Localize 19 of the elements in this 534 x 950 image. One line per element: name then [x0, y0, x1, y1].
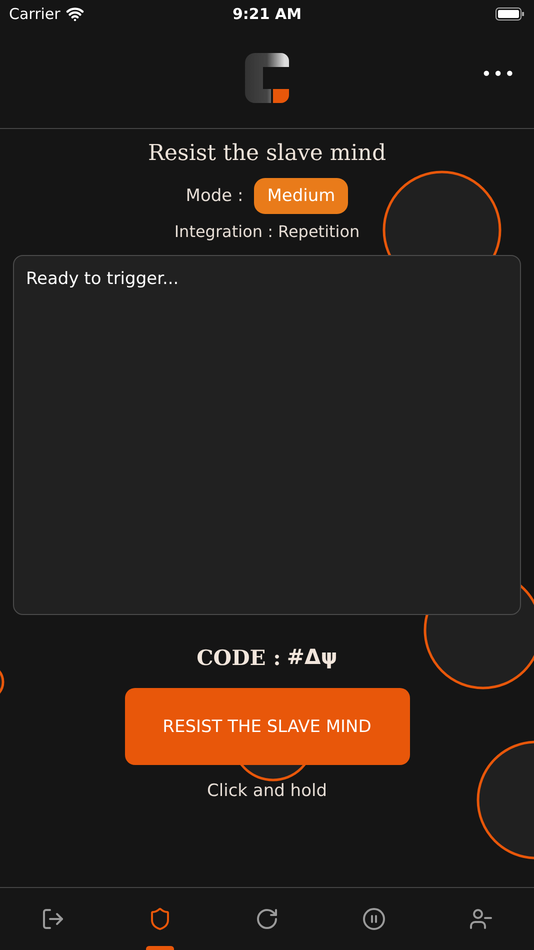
pause-icon — [362, 907, 386, 931]
page-title: Resist the slave mind — [148, 141, 386, 166]
input-field[interactable]: Ready to trigger... — [13, 255, 521, 615]
resist-button[interactable]: RESIST THE SLAVE MIND — [124, 688, 410, 765]
mode-badge: Medium — [254, 178, 348, 214]
logout-icon — [41, 907, 66, 931]
mode-label: Mode : — [186, 186, 244, 206]
carrier-label: Carrier — [9, 5, 60, 23]
integration-label: Integration : Repetition — [174, 222, 360, 241]
user-minus-icon — [468, 907, 493, 931]
refresh-icon — [254, 907, 279, 931]
hint-text: Click and hold — [207, 781, 327, 801]
code-value: #Δψ — [286, 645, 338, 670]
wifi-icon — [66, 5, 84, 23]
code-label: CODE : — [196, 645, 281, 670]
more-menu-button[interactable]: ••• — [481, 64, 516, 85]
logo-icon — [245, 53, 289, 103]
status-time: 9:21 AM — [232, 5, 302, 23]
battery-icon — [495, 7, 525, 21]
